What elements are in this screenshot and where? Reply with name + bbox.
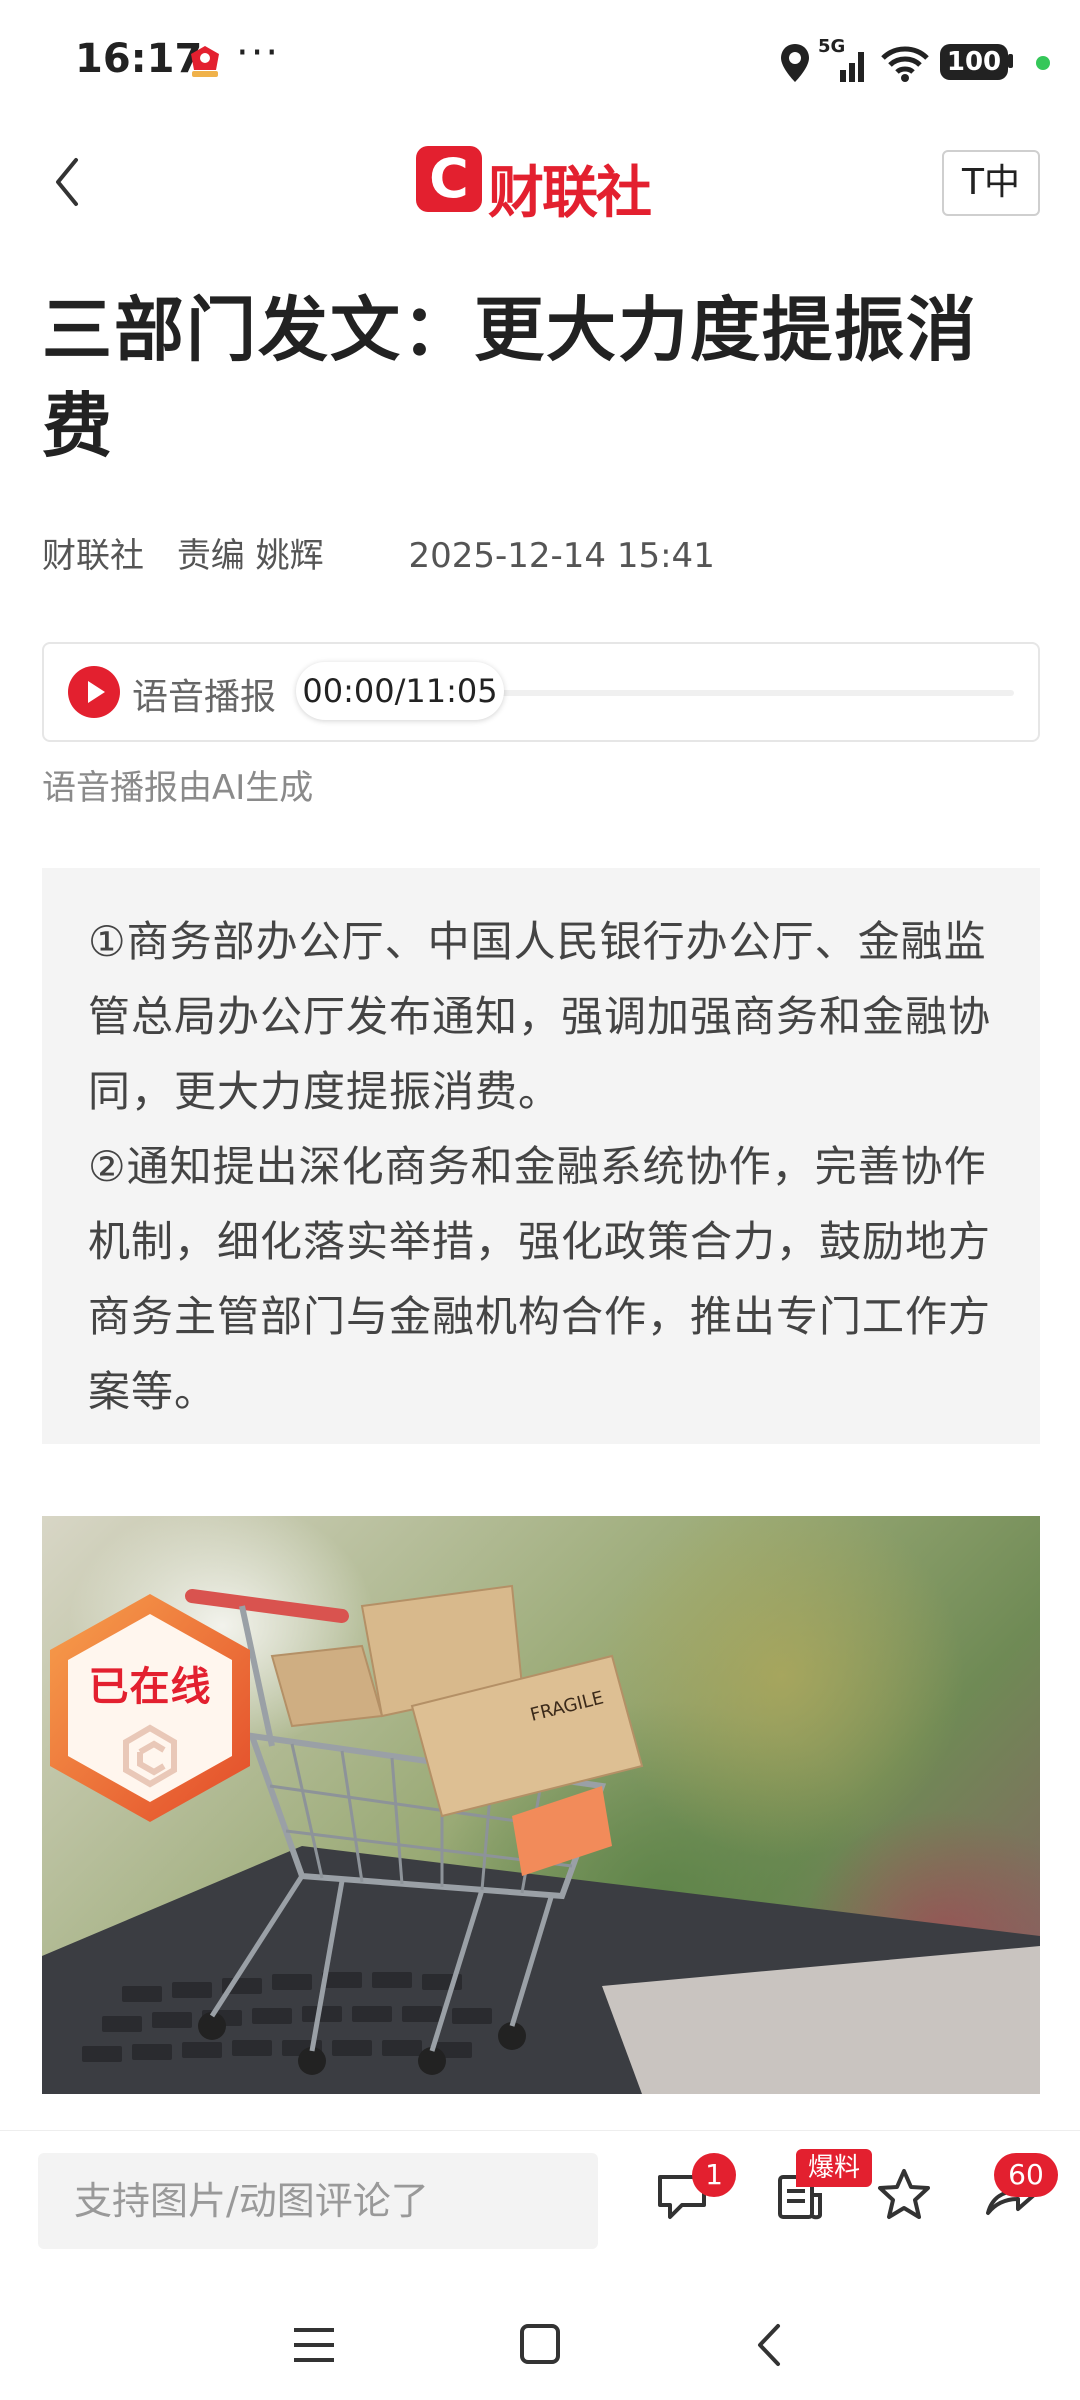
brand-logo-icon: C	[416, 146, 482, 212]
article-header: C 财联社 T中	[0, 130, 1080, 240]
nav-back-icon	[758, 2324, 780, 2366]
nav-back-button[interactable]	[744, 2320, 800, 2370]
audio-ai-note: 语音播报由AI生成	[42, 768, 314, 808]
location-icon	[781, 44, 809, 82]
bottom-action-bar: 支持图片/动图评论了 1 爆料 60	[0, 2130, 1080, 2270]
audio-player: 语音播报 00:00/11:05	[42, 642, 1040, 742]
status-bar: 16:17 ··· 5G 100	[0, 0, 1080, 120]
article-datetime: 2025-12-14 15:41	[408, 536, 715, 576]
article-source[interactable]: 财联社	[42, 536, 144, 576]
online-badge[interactable]: 已在线	[40, 1588, 260, 1828]
menu-icon	[294, 2328, 334, 2362]
more-notifications-icon: ···	[236, 30, 281, 76]
battery-tip	[1008, 54, 1013, 68]
online-badge-text: 已在线	[88, 1664, 212, 1710]
summary-point-2: ②通知提出深化商务和金融系统协作，完善协作机制，细化落实举措，强化政策合力，鼓励…	[88, 1142, 992, 1416]
favorite-star-icon[interactable]	[874, 2165, 934, 2225]
play-icon[interactable]	[68, 666, 120, 718]
signal-icon	[840, 52, 864, 82]
wifi-icon	[881, 46, 929, 82]
article-title: 三部门发文：更大力度提振消费	[42, 289, 978, 467]
battery-icon: 100	[940, 44, 1008, 80]
comment-input[interactable]: 支持图片/动图评论了	[38, 2153, 598, 2249]
active-indicator-dot	[1036, 56, 1050, 70]
comment-count-badge: 1	[692, 2153, 736, 2197]
summary-point-1: ①商务部办公厅、中国人民银行办公厅、金融监管总局办公厅发布通知，强调加强商务和金…	[88, 917, 992, 1116]
app-notification-icon	[191, 46, 219, 77]
status-time: 16:17	[75, 36, 203, 82]
article-summary: ①商务部办公厅、中国人民银行办公厅、金融监管总局办公厅发布通知，强调加强商务和金…	[42, 868, 1040, 1444]
brand-name: 财联社	[488, 161, 652, 226]
share-count-badge: 60	[994, 2153, 1058, 2197]
back-icon[interactable]	[48, 152, 88, 212]
home-square-icon	[520, 2324, 560, 2364]
audio-time-handle[interactable]: 00:00/11:05	[296, 662, 504, 720]
nav-home-button[interactable]	[512, 2320, 568, 2370]
system-navigation-bar	[0, 2280, 1080, 2400]
article-meta: 财联社 责编 姚辉 2025-12-14 15:41	[42, 528, 715, 577]
article-editor: 责编 姚辉	[176, 536, 324, 576]
report-badge: 爆料	[796, 2149, 872, 2187]
audio-label: 语音播报	[132, 677, 277, 718]
font-size-button[interactable]: T中	[942, 150, 1040, 216]
nav-menu-button[interactable]	[286, 2320, 342, 2370]
